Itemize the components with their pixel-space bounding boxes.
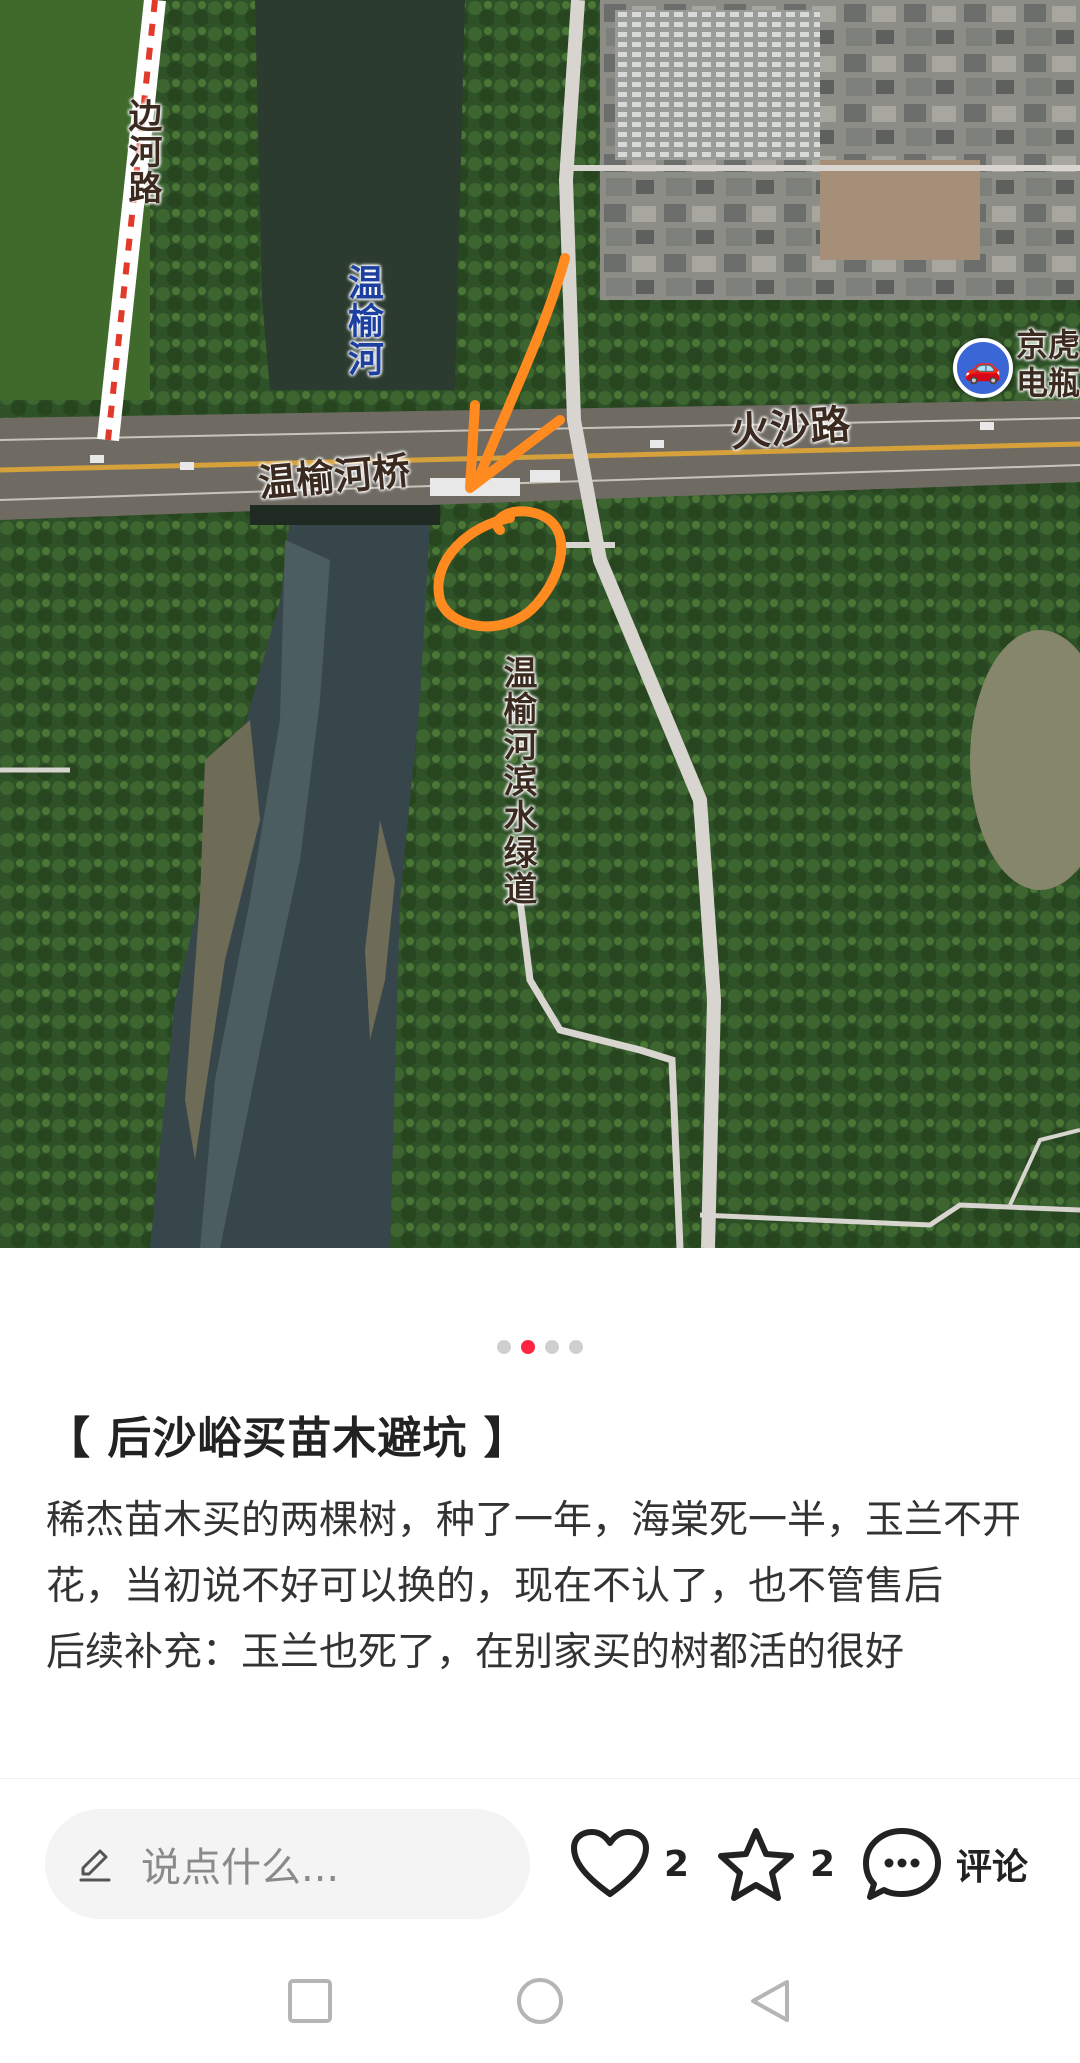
post-image-map[interactable]: 边河路 温榆河 火沙路 温榆河桥 温榆河滨水绿道 🚗 京虎 电瓶 — [0, 0, 1080, 1248]
post-body: 稀杰苗木买的两棵树，种了一年，海棠死一半，玉兰不开花，当初说不好可以换的，现在不… — [46, 1488, 1036, 1778]
chat-bubble-icon — [863, 1828, 941, 1900]
carousel-dot — [545, 1340, 559, 1354]
like-button[interactable]: 2 — [570, 1824, 689, 1904]
heart-icon — [571, 1829, 649, 1897]
comment-input[interactable]: 说点什么... — [45, 1809, 530, 1919]
like-count: 2 — [664, 1843, 690, 1885]
post-title: 【 后沙峪买苗木避坑 】 — [46, 1413, 529, 1464]
triangle-back-icon[interactable] — [745, 1976, 795, 2026]
collect-button[interactable]: 2 — [716, 1824, 835, 1904]
carousel-dot — [497, 1340, 511, 1354]
carousel-indicator — [0, 1340, 1080, 1354]
square-icon[interactable] — [285, 1976, 335, 2026]
pen-icon — [79, 1849, 111, 1882]
map-label-bian-he-lu: 边河路 — [122, 98, 162, 206]
comment-placeholder: 说点什么... — [141, 1845, 340, 1891]
circle-icon[interactable] — [515, 1976, 565, 2026]
comment-button[interactable]: 评论 — [862, 1824, 1028, 1904]
post-body-paragraph: 后续补充：玉兰也死了，在别家买的树都活的很好 — [46, 1630, 905, 1675]
map-label-greenway: 温榆河滨水绿道 — [497, 655, 537, 907]
map-label-huo-sha-lu: 火沙路 — [728, 401, 852, 457]
carousel-dot — [569, 1340, 583, 1354]
car-icon: 🚗 — [953, 338, 1013, 398]
map-label-poi: 京虎 电瓶 — [1016, 326, 1080, 402]
map-label-wen-yu-he: 温榆河 — [342, 264, 383, 378]
star-icon — [718, 1828, 794, 1901]
collect-count: 2 — [810, 1843, 836, 1885]
post-body-paragraph: 稀杰苗木买的两棵树，种了一年，海棠死一半，玉兰不开花，当初说不好可以换的，现在不… — [46, 1498, 1022, 1609]
system-navigation-bar — [0, 1948, 1080, 2063]
comment-label: 评论 — [956, 1847, 1029, 1888]
carousel-dot-active — [521, 1340, 535, 1354]
bottom-action-bar: 说点什么... 2 2 评论 — [0, 1778, 1080, 1948]
